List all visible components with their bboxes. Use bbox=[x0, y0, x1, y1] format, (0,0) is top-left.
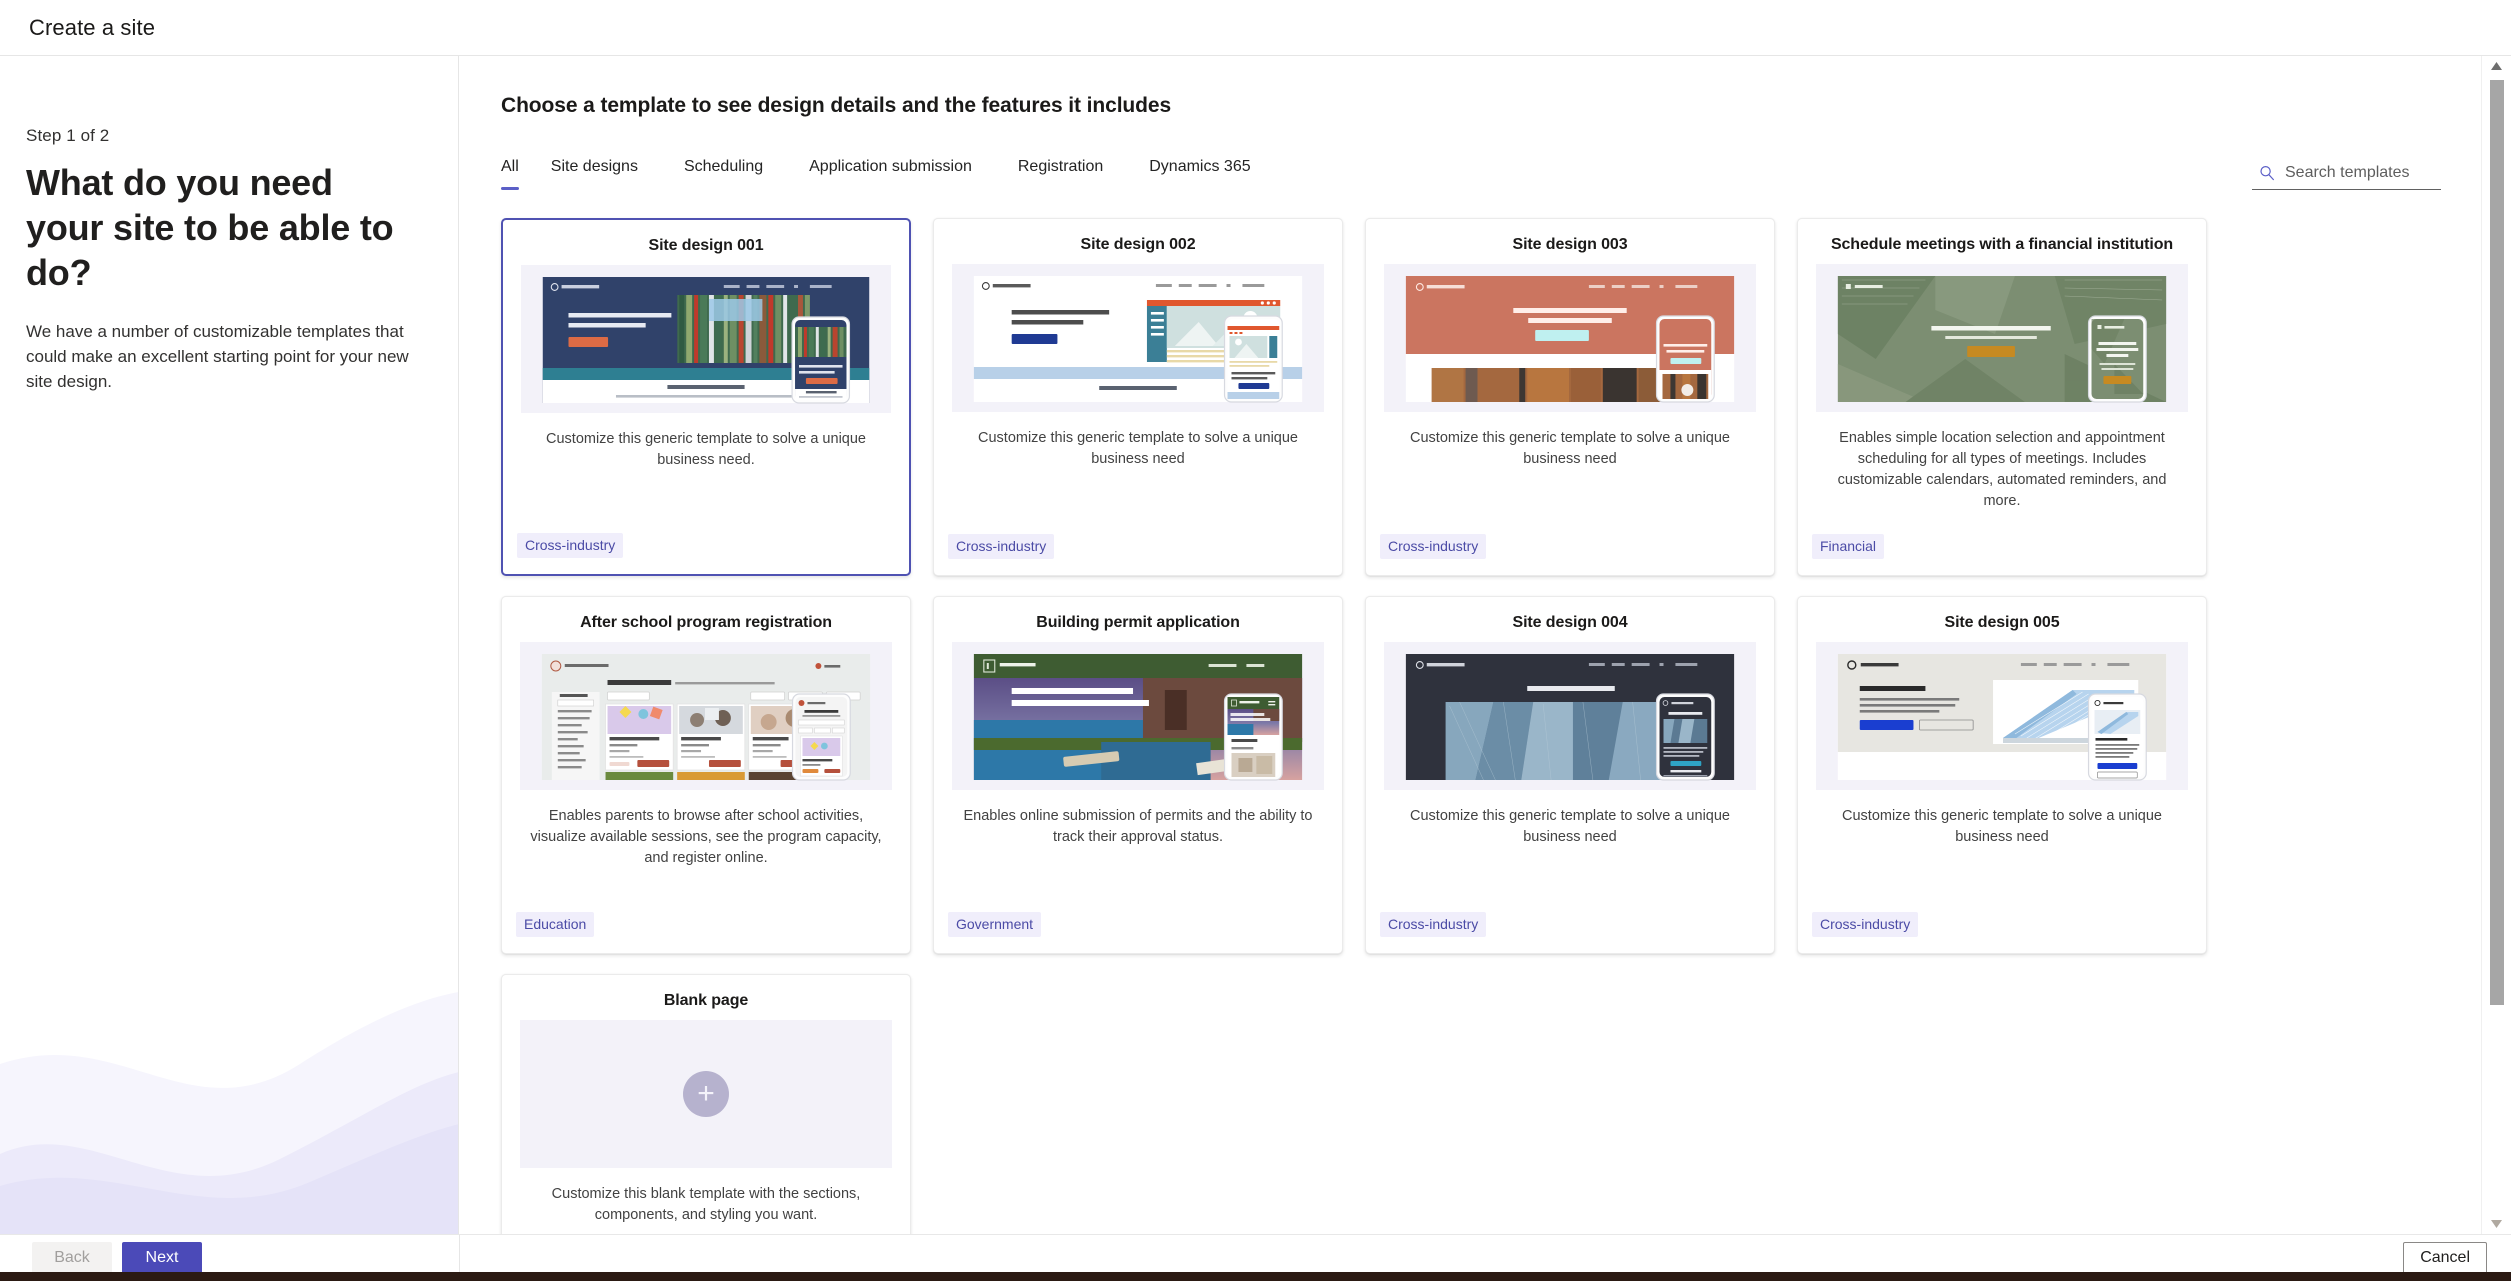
scroll-down-arrow[interactable] bbox=[2482, 1214, 2511, 1234]
template-tag: Cross-industry bbox=[1812, 912, 1919, 937]
tab-scheduling[interactable]: Scheduling bbox=[684, 152, 789, 190]
filter-row: All Site designs Scheduling Application … bbox=[491, 152, 2451, 190]
template-title: Blank page bbox=[663, 992, 749, 1009]
template-title: After school program registration bbox=[580, 614, 832, 631]
template-tag: Cross-industry bbox=[517, 533, 624, 558]
template-tag: Cross-industry bbox=[1380, 912, 1487, 937]
template-title: Site design 001 bbox=[648, 237, 764, 254]
template-description: Enables parents to browse after school a… bbox=[530, 808, 882, 866]
template-card-building-permit-application[interactable]: Building permit application Enables onli… bbox=[933, 596, 1343, 954]
tab-registration[interactable]: Registration bbox=[1018, 152, 1129, 190]
template-card-site-design-004[interactable]: Site design 004 Customize this generic t… bbox=[1365, 596, 1775, 954]
template-title: Schedule meetings with a financial insti… bbox=[1830, 236, 2174, 253]
template-description: Customize this blank template with the s… bbox=[551, 1186, 861, 1223]
template-description: Enables simple location selection and ap… bbox=[1837, 430, 2167, 509]
desktop-taskbar-strip bbox=[0, 1272, 2511, 1281]
dialog-body: Step 1 of 2 What do you need your site t… bbox=[0, 56, 2511, 1234]
template-description: Enables online submission of permits and… bbox=[963, 808, 1313, 845]
template-card-blank-page[interactable]: Blank page + Customize this blank templa… bbox=[501, 974, 911, 1234]
template-thumbnail bbox=[952, 642, 1324, 790]
category-tabs: All Site designs Scheduling Application … bbox=[501, 152, 1297, 190]
template-thumbnail bbox=[1384, 264, 1756, 412]
template-thumbnail bbox=[520, 642, 892, 790]
template-grid: Site design 001 Customize this generic t… bbox=[491, 218, 2451, 1234]
template-card-site-design-005[interactable]: Site design 005 Customize this generic t… bbox=[1797, 596, 2207, 954]
template-tag: Education bbox=[516, 912, 595, 937]
tab-site-designs[interactable]: Site designs bbox=[551, 152, 664, 190]
cancel-button[interactable]: Cancel bbox=[2403, 1242, 2487, 1274]
search-input[interactable] bbox=[2285, 164, 2435, 182]
template-description: Customize this generic template to solve… bbox=[546, 431, 866, 468]
template-description: Customize this generic template to solve… bbox=[978, 430, 1298, 467]
window-titlebar: Create a site bbox=[0, 0, 2511, 56]
tab-application-submission[interactable]: Application submission bbox=[809, 152, 998, 190]
template-card-site-design-003[interactable]: Site design 003 Customize this generic t… bbox=[1365, 218, 1775, 576]
template-card-site-design-002[interactable]: Site design 002 Customize this generic t… bbox=[933, 218, 1343, 576]
window-title: Create a site bbox=[29, 14, 156, 40]
template-description: Customize this generic template to solve… bbox=[1410, 430, 1730, 467]
search-templates-box[interactable] bbox=[2252, 160, 2441, 190]
template-card-schedule-meetings-financial[interactable]: Schedule meetings with a financial insti… bbox=[1797, 218, 2207, 576]
template-thumbnail bbox=[1816, 642, 2188, 790]
template-card-site-design-001[interactable]: Site design 001 Customize this generic t… bbox=[501, 218, 911, 576]
template-scroll-area: Choose a template to see design details … bbox=[459, 56, 2511, 1234]
template-tag: Cross-industry bbox=[948, 534, 1055, 559]
template-title: Site design 005 bbox=[1944, 614, 2060, 631]
template-card-after-school-registration[interactable]: After school program registration Enable… bbox=[501, 596, 911, 954]
template-gallery-panel: Choose a template to see design details … bbox=[459, 56, 2511, 1234]
template-thumbnail bbox=[1816, 264, 2188, 412]
template-thumbnail bbox=[952, 264, 1324, 412]
left-intro-panel: Step 1 of 2 What do you need your site t… bbox=[0, 56, 459, 1234]
gallery-heading: Choose a template to see design details … bbox=[501, 94, 1172, 117]
template-tag: Financial bbox=[1812, 534, 1885, 559]
decorative-waves bbox=[0, 992, 458, 1234]
template-thumbnail bbox=[521, 265, 891, 413]
scrollbar-thumb[interactable] bbox=[2489, 80, 2504, 1005]
template-description: Customize this generic template to solve… bbox=[1410, 808, 1730, 845]
template-title: Site design 004 bbox=[1512, 614, 1628, 631]
back-button[interactable]: Back bbox=[32, 1242, 112, 1274]
tab-dynamics-365[interactable]: Dynamics 365 bbox=[1149, 152, 1276, 190]
template-thumbnail bbox=[1384, 642, 1756, 790]
vertical-scrollbar[interactable] bbox=[2481, 56, 2511, 1234]
template-title: Site design 003 bbox=[1512, 236, 1628, 253]
search-icon bbox=[2260, 165, 2274, 181]
step-indicator: Step 1 of 2 bbox=[26, 126, 110, 145]
template-tag: Cross-industry bbox=[1380, 534, 1487, 559]
tab-all[interactable]: All bbox=[501, 152, 533, 190]
template-description: Customize this generic template to solve… bbox=[1842, 808, 2162, 845]
page-title: What do you need your site to be able to… bbox=[26, 162, 394, 293]
template-title: Building permit application bbox=[1036, 614, 1240, 631]
template-tag: Government bbox=[948, 912, 1042, 937]
plus-icon: + bbox=[683, 1071, 729, 1117]
template-thumbnail: + bbox=[520, 1020, 892, 1168]
template-title: Site design 002 bbox=[1080, 236, 1196, 253]
next-button[interactable]: Next bbox=[122, 1242, 202, 1274]
create-a-site-dialog: Create a site Step 1 of 2 What do you ne… bbox=[0, 0, 2511, 1281]
scroll-up-arrow[interactable] bbox=[2482, 56, 2511, 76]
scrollbar-track[interactable] bbox=[2482, 76, 2511, 1214]
page-description: We have a number of customizable templat… bbox=[26, 322, 409, 391]
